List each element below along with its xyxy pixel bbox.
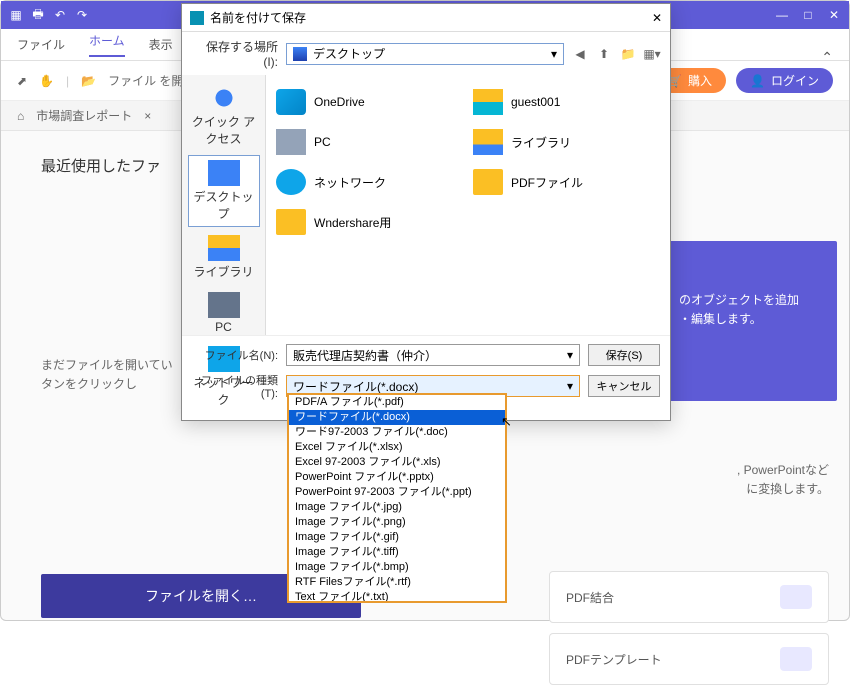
nav-back-icon[interactable]: ◀: [572, 46, 588, 62]
folder-icon: [276, 209, 306, 235]
merge-icon: [780, 585, 812, 609]
menu-file[interactable]: ファイル: [17, 36, 65, 53]
filetype-option[interactable]: ワードファイル(*.docx): [289, 410, 505, 425]
print-icon[interactable]: 🖶: [31, 8, 45, 22]
new-folder-icon[interactable]: 📁: [620, 46, 636, 62]
folder-icon: [276, 89, 306, 115]
filetype-option[interactable]: PowerPoint ファイル(*.pptx): [289, 470, 505, 485]
filetype-option[interactable]: Excel 97-2003 ファイル(*.xls): [289, 455, 505, 470]
menu-view[interactable]: 表示: [149, 36, 173, 53]
file-item[interactable]: ライブラリ: [473, 125, 660, 159]
file-list: OneDrive guest001 PC ライブラリネットワーク PDFファイル Wnde…: [266, 75, 670, 335]
dialog-app-icon: [190, 11, 204, 25]
cancel-button[interactable]: キャンセル: [588, 375, 660, 397]
places-bar: クイック アクセスデスクトップライブラリPCネットワーク: [182, 75, 266, 335]
place-lib[interactable]: ライブラリ: [188, 231, 260, 284]
file-item[interactable]: guest001: [473, 85, 660, 119]
file-item[interactable]: OneDrive: [276, 85, 463, 119]
dialog-close-icon[interactable]: ✕: [652, 11, 662, 25]
folder-icon: [276, 169, 306, 195]
document-tab[interactable]: 市場調査レポート: [36, 107, 132, 124]
folder-icon: [473, 129, 503, 155]
minimize-icon[interactable]: ―: [775, 8, 789, 22]
filetype-option[interactable]: RTF Filesファイル(*.rtf): [289, 575, 505, 590]
filetype-option[interactable]: Image ファイル(*.gif): [289, 530, 505, 545]
collapse-ribbon-icon[interactable]: ⌃: [821, 49, 833, 66]
user-icon: 👤: [750, 74, 765, 88]
close-icon[interactable]: ✕: [827, 8, 841, 22]
mouse-cursor: ↖: [501, 414, 512, 430]
file-item[interactable]: Wndershare用: [276, 205, 463, 239]
open-file-label: ファイル を開: [108, 72, 183, 89]
side-panel: のオブジェクトを追加 ・編集します。: [667, 241, 837, 401]
filetype-dropdown[interactable]: PDF/A ファイル(*.pdf)ワードファイル(*.docx)ワード97-20…: [287, 393, 507, 603]
tab-close-icon[interactable]: ×: [144, 109, 151, 123]
filetype-option[interactable]: Image ファイル(*.tiff): [289, 545, 505, 560]
filetype-label: ファイルの種類(T):: [192, 372, 278, 400]
filetype-option[interactable]: PowerPoint 97-2003 ファイル(*.ppt): [289, 485, 505, 500]
maximize-icon[interactable]: □: [801, 8, 815, 22]
star-icon: [208, 85, 240, 111]
lib-icon: [208, 235, 240, 261]
menu-home[interactable]: ホーム: [89, 32, 125, 57]
filetype-option[interactable]: Image ファイル(*.jpg): [289, 500, 505, 515]
pc-icon: [208, 292, 240, 318]
template-icon: [780, 647, 812, 671]
file-item[interactable]: PC: [276, 125, 463, 159]
view-menu-icon[interactable]: ▦▾: [644, 46, 660, 62]
save-button[interactable]: 保存(S): [588, 344, 660, 366]
convert-hint: , PowerPointなど に変換します。: [737, 461, 829, 499]
login-button[interactable]: 👤ログイン: [736, 68, 833, 93]
filetype-option[interactable]: Image ファイル(*.bmp): [289, 560, 505, 575]
filename-input[interactable]: 販売代理店契約書（仲介）▾: [286, 344, 580, 366]
file-item[interactable]: ネットワーク: [276, 165, 463, 199]
filename-label: ファイル名(N):: [192, 347, 278, 363]
folder-icon: [473, 169, 503, 195]
filetype-option[interactable]: PDF/A ファイル(*.pdf): [289, 395, 505, 410]
desk-icon: [208, 160, 240, 186]
undo-icon[interactable]: ↶: [53, 8, 67, 22]
open-folder-icon[interactable]: 📂: [81, 74, 96, 88]
save-as-dialog: 名前を付けて保存 ✕ 保存する場所(I): デスクトップ▾ ◀ ⬆ 📁 ▦▾ ク…: [181, 3, 671, 421]
desktop-icon: [293, 47, 307, 61]
folder-icon: [276, 129, 306, 155]
nav-up-icon[interactable]: ⬆: [596, 46, 612, 62]
place-desk[interactable]: デスクトップ: [188, 155, 260, 227]
filetype-option[interactable]: Image ファイル(*.png): [289, 515, 505, 530]
redo-icon[interactable]: ↷: [75, 8, 89, 22]
file-item[interactable]: PDFファイル: [473, 165, 660, 199]
location-select[interactable]: デスクトップ▾: [286, 43, 564, 65]
place-pc[interactable]: PC: [188, 288, 260, 338]
home-tab-icon[interactable]: ⌂: [17, 109, 24, 123]
dialog-title: 名前を付けて保存: [210, 9, 306, 26]
cursor-tool-icon[interactable]: ⬈: [17, 74, 27, 88]
pdf-merge-card[interactable]: PDF結合: [549, 571, 829, 623]
folder-icon: [473, 89, 503, 115]
filetype-option[interactable]: ワード97-2003 ファイル(*.doc): [289, 425, 505, 440]
filetype-option[interactable]: Text ファイル(*.txt): [289, 590, 505, 603]
hand-tool-icon[interactable]: ✋: [39, 74, 54, 88]
location-label: 保存する場所(I):: [192, 38, 278, 69]
place-star[interactable]: クイック アクセス: [188, 81, 260, 151]
app-icon: ▦: [9, 8, 23, 22]
pdf-template-card[interactable]: PDFテンプレート: [549, 633, 829, 685]
filetype-option[interactable]: Excel ファイル(*.xlsx): [289, 440, 505, 455]
